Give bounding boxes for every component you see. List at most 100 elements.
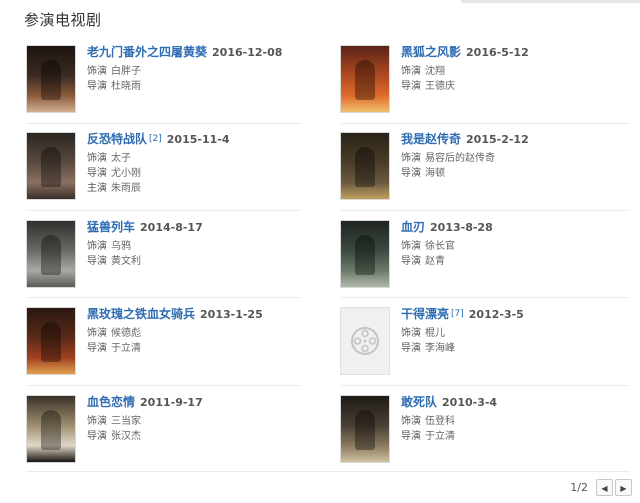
- film-item: 黑玫瑰之铁血女骑兵 2013-1-25 饰演 候德彪 导演 于立清: [26, 307, 316, 383]
- poster-figure: [355, 410, 375, 450]
- role-label: 导演: [401, 343, 421, 354]
- poster-figure: [41, 322, 61, 362]
- role-label: 导演: [87, 256, 107, 267]
- role-label: 导演: [87, 343, 107, 354]
- role-name: 徐长官: [425, 241, 455, 252]
- poster-figure: [41, 147, 61, 187]
- role-name: 张汉杰: [111, 431, 141, 442]
- row-divider: [26, 123, 301, 124]
- role-name: 白胖子: [111, 66, 141, 77]
- film-title[interactable]: 血色恋情: [87, 395, 135, 409]
- film-date: 2015-2-12: [466, 133, 529, 146]
- film-item: 猛兽列车 2014-8-17 饰演 乌鸦 导演 黄文利: [26, 220, 316, 296]
- row-divider: [26, 385, 301, 386]
- role-label: 导演: [401, 168, 421, 179]
- film-poster[interactable]: [340, 395, 390, 463]
- film-title[interactable]: 黑玫瑰之铁血女骑兵: [87, 307, 195, 321]
- film-item: 老九门番外之四屠黄葵 2016-12-08 饰演 白胖子 导演 杜晓雨: [26, 45, 316, 121]
- film-date: 2013-1-25: [200, 308, 263, 321]
- role-name: 于立清: [111, 343, 141, 354]
- film-title[interactable]: 老九门番外之四屠黄葵: [87, 45, 207, 59]
- film-poster-placeholder[interactable]: [340, 307, 390, 375]
- film-date: 2010-3-4: [442, 396, 498, 409]
- film-date: 2013-8-28: [430, 221, 493, 234]
- film-item: 反恐特战队 [2] 2015-11-4 饰演 太子 导演 尤小刚 主演 朱雨辰: [26, 132, 316, 208]
- role-label: 饰演: [87, 241, 107, 252]
- footnote-link[interactable]: [7]: [451, 309, 464, 319]
- role-name: 海顿: [425, 168, 445, 179]
- role-name: 赵青: [425, 256, 445, 267]
- film-poster[interactable]: [340, 220, 390, 288]
- film-poster[interactable]: [26, 45, 76, 113]
- film-title[interactable]: 血刃: [401, 220, 425, 234]
- row-divider: [340, 385, 630, 386]
- footnote-link[interactable]: [2]: [149, 134, 162, 144]
- row-divider: [340, 297, 630, 298]
- film-reel-icon: [351, 327, 379, 355]
- role-name: 尤小刚: [111, 168, 141, 179]
- film-item: 敢死队 2010-3-4 饰演 伍登科 导演 于立清: [340, 395, 630, 471]
- section-title: 参演电视剧: [24, 11, 102, 29]
- top-border: [0, 0, 640, 4]
- film-date: 2014-8-17: [140, 221, 203, 234]
- film-item: 血色恋情 2011-9-17 饰演 三当家 导演 张汉杰: [26, 395, 316, 471]
- role-name: 太子: [111, 153, 131, 164]
- film-date: 2015-11-4: [166, 133, 230, 146]
- film-item: 我是赵传奇 2015-2-12 饰演 易容后的赵传奇 导演 海顿: [340, 132, 630, 208]
- role-name: 李海峰: [425, 343, 455, 354]
- poster-figure: [355, 235, 375, 275]
- film-date: 2016-5-12: [466, 46, 529, 59]
- role-label: 饰演: [87, 328, 107, 339]
- film-item: 血刃 2013-8-28 饰演 徐长官 导演 赵青: [340, 220, 630, 296]
- film-title[interactable]: 敢死队: [401, 395, 437, 409]
- row-divider: [26, 297, 301, 298]
- film-title[interactable]: 反恐特战队: [87, 132, 147, 146]
- role-label: 导演: [87, 81, 107, 92]
- role-label: 饰演: [401, 66, 421, 77]
- role-name: 沈翔: [425, 66, 445, 77]
- film-poster[interactable]: [26, 220, 76, 288]
- role-label: 饰演: [401, 153, 421, 164]
- role-name: 易容后的赵传奇: [425, 153, 495, 164]
- film-poster[interactable]: [26, 307, 76, 375]
- bottom-divider: [26, 471, 630, 472]
- total-pages: 2: [581, 481, 588, 494]
- film-poster[interactable]: [26, 395, 76, 463]
- role-label: 饰演: [401, 241, 421, 252]
- role-name: 杜晓雨: [111, 81, 141, 92]
- film-item: 干得漂亮 [7] 2012-3-5 饰演 棍儿 导演 李海峰: [340, 307, 630, 383]
- role-label: 饰演: [87, 416, 107, 427]
- row-divider: [26, 210, 301, 211]
- film-poster[interactable]: [26, 132, 76, 200]
- next-page-button[interactable]: ▶: [615, 479, 632, 496]
- film-poster[interactable]: [340, 45, 390, 113]
- page-indicator: 1/2: [570, 481, 588, 494]
- poster-figure: [41, 410, 61, 450]
- chevron-left-icon: ◀: [601, 484, 608, 493]
- role-name: 黄文利: [111, 256, 141, 267]
- poster-figure: [41, 60, 61, 100]
- film-title[interactable]: 黑狐之风影: [401, 45, 461, 59]
- film-title[interactable]: 我是赵传奇: [401, 132, 461, 146]
- film-title[interactable]: 猛兽列车: [87, 220, 135, 234]
- poster-figure: [355, 147, 375, 187]
- role-name: 朱雨辰: [111, 183, 141, 194]
- role-label: 导演: [401, 256, 421, 267]
- role-label: 导演: [87, 168, 107, 179]
- role-name: 棍儿: [425, 328, 445, 339]
- poster-figure: [41, 235, 61, 275]
- role-label: 饰演: [401, 328, 421, 339]
- role-label: 导演: [87, 431, 107, 442]
- film-poster[interactable]: [340, 132, 390, 200]
- row-divider: [340, 123, 630, 124]
- row-divider: [340, 210, 630, 211]
- role-name: 三当家: [111, 416, 141, 427]
- film-date: 2011-9-17: [140, 396, 203, 409]
- role-name: 伍登科: [425, 416, 455, 427]
- role-label: 饰演: [87, 153, 107, 164]
- prev-page-button[interactable]: ◀: [596, 479, 613, 496]
- chevron-right-icon: ▶: [620, 484, 627, 493]
- role-name: 候德彪: [111, 328, 141, 339]
- film-title[interactable]: 干得漂亮: [401, 307, 449, 321]
- role-label: 导演: [401, 431, 421, 442]
